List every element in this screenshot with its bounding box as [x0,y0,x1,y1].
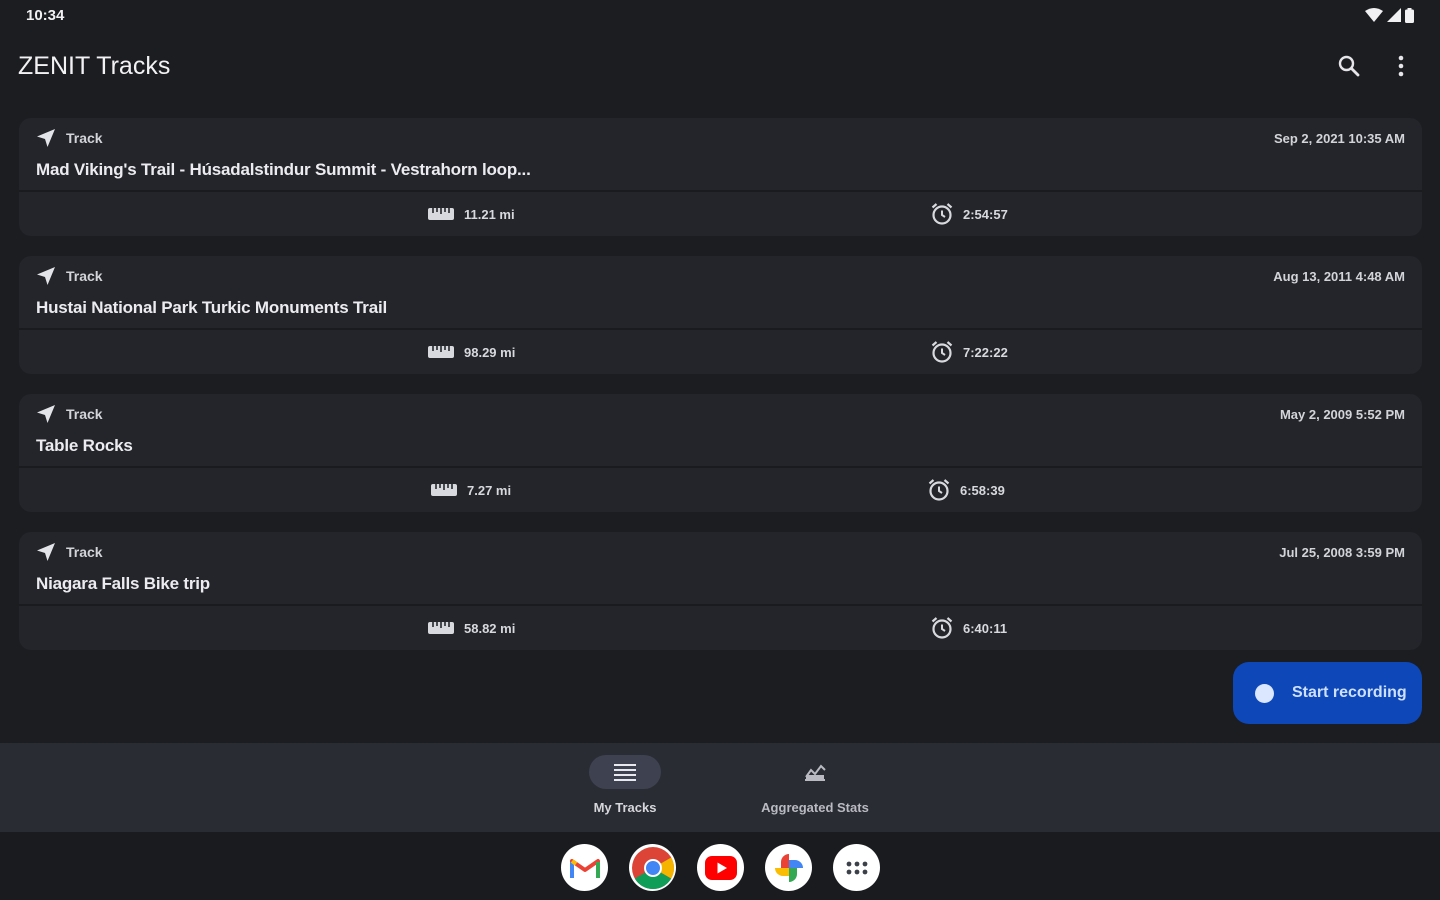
distance-stat: 7.27 mi [430,468,511,512]
gmail-app[interactable] [561,844,608,891]
nav-pill [589,755,661,789]
signal-icon [1387,8,1401,22]
distance-value: 7.27 mi [467,482,512,498]
alarm-clock-icon [931,617,953,639]
app-bar: ZENIT Tracks [0,38,1440,94]
track-stats: 11.21 mi 2:54:57 [19,192,1422,236]
nav-label: Aggregated Stats [761,800,869,815]
photos-icon [774,853,803,882]
navigation-arrow-icon [37,405,55,423]
track-date: May 2, 2009 5:52 PM [1279,407,1405,422]
track-type-row: Track [36,266,103,286]
track-type: Track [66,544,103,560]
distance-stat: 98.29 mi [427,330,515,374]
ruler-icon [431,484,457,496]
track-type: Track [66,130,103,146]
status-icons [1365,7,1414,23]
stats-icon [805,764,826,781]
track-name: Niagara Falls Bike trip [36,574,210,593]
track-header: Track Aug 13, 2011 4:48 AM Hustai Nation… [19,256,1422,328]
duration-stat: 6:58:39 [927,468,1005,512]
duration-value: 6:40:11 [963,620,1008,636]
track-name: Table Rocks [36,436,133,455]
navigation-arrow-icon [37,267,55,285]
alarm-clock-icon [931,341,953,363]
duration-stat: 2:54:57 [930,192,1008,236]
start-recording-label: Start recording [1292,684,1407,701]
track-type-row: Track [36,404,103,424]
track-stats: 7.27 mi 6:58:39 [19,468,1422,512]
track-type: Track [66,406,103,422]
search-button[interactable] [1334,51,1364,81]
chrome-app[interactable] [629,844,676,891]
track-stats: 58.82 mi 6:40:11 [19,606,1422,650]
track-type-row: Track [36,542,103,562]
distance-value: 11.21 mi [464,206,515,222]
photos-app[interactable] [765,844,812,891]
alarm-clock-icon [931,203,953,225]
track-type: Track [66,268,103,284]
app-drawer-icon [846,861,867,874]
track-card[interactable]: Track Jul 25, 2008 3:59 PM Niagara Falls… [19,532,1422,650]
ruler-icon [428,622,454,634]
list-icon [614,764,636,781]
start-recording-button[interactable]: Start recording [1233,662,1422,724]
duration-stat: 7:22:22 [930,330,1008,374]
track-list: Track Sep 2, 2021 10:35 AM Mad Viking's … [19,118,1422,670]
more-options-button[interactable] [1386,51,1416,81]
track-name: Hustai National Park Turkic Monuments Tr… [36,298,387,317]
distance-stat: 11.21 mi [427,192,515,236]
track-date: Aug 13, 2011 4:48 AM [1273,269,1405,284]
bottom-navigation: My Tracks Aggregated Stats [0,743,1440,832]
track-header: Track Sep 2, 2021 10:35 AM Mad Viking's … [19,118,1422,190]
track-date: Jul 25, 2008 3:59 PM [1279,545,1405,560]
ruler-icon [428,208,454,220]
app-dock [561,844,880,891]
distance-stat: 58.82 mi [427,606,515,650]
taskbar [0,832,1440,900]
nav-item-my-tracks[interactable]: My Tracks [555,755,695,815]
status-bar: 10:34 [0,0,1440,30]
track-header: Track Jul 25, 2008 3:59 PM Niagara Falls… [19,532,1422,604]
chrome-icon [631,846,674,889]
wifi-icon [1365,8,1383,22]
navigation-arrow-icon [37,543,55,561]
track-date: Sep 2, 2021 10:35 AM [1273,131,1405,146]
nav-label: My Tracks [593,800,657,815]
track-type-row: Track [36,128,103,148]
track-header: Track May 2, 2009 5:52 PM Table Rocks [19,394,1422,466]
duration-stat: 6:40:11 [930,606,1007,650]
duration-value: 6:58:39 [960,482,1005,498]
battery-icon [1405,7,1414,23]
app-actions [1334,51,1422,81]
duration-value: 7:22:22 [963,344,1008,360]
distance-value: 98.29 mi [464,344,516,360]
gmail-icon [569,858,600,878]
ruler-icon [428,346,454,358]
track-card[interactable]: Track Sep 2, 2021 10:35 AM Mad Viking's … [19,118,1422,236]
search-icon [1338,55,1360,77]
track-stats: 98.29 mi 7:22:22 [19,330,1422,374]
track-card[interactable]: Track Aug 13, 2011 4:48 AM Hustai Nation… [19,256,1422,374]
duration-value: 2:54:57 [963,206,1008,222]
navigation-arrow-icon [37,129,55,147]
record-dot-icon [1255,683,1274,703]
nav-item-aggregated-stats[interactable]: Aggregated Stats [745,755,885,815]
distance-value: 58.82 mi [464,620,516,636]
app-title: ZENIT Tracks [18,51,171,80]
nav-pill [779,755,851,789]
app-drawer-app[interactable] [833,844,880,891]
alarm-clock-icon [928,479,950,501]
youtube-icon [704,855,737,880]
track-name: Mad Viking's Trail - Húsadalstindur Summ… [36,160,531,179]
more-vert-icon [1398,55,1404,77]
status-time: 10:34 [26,6,65,24]
youtube-app[interactable] [697,844,744,891]
track-card[interactable]: Track May 2, 2009 5:52 PM Table Rocks 7.… [19,394,1422,512]
